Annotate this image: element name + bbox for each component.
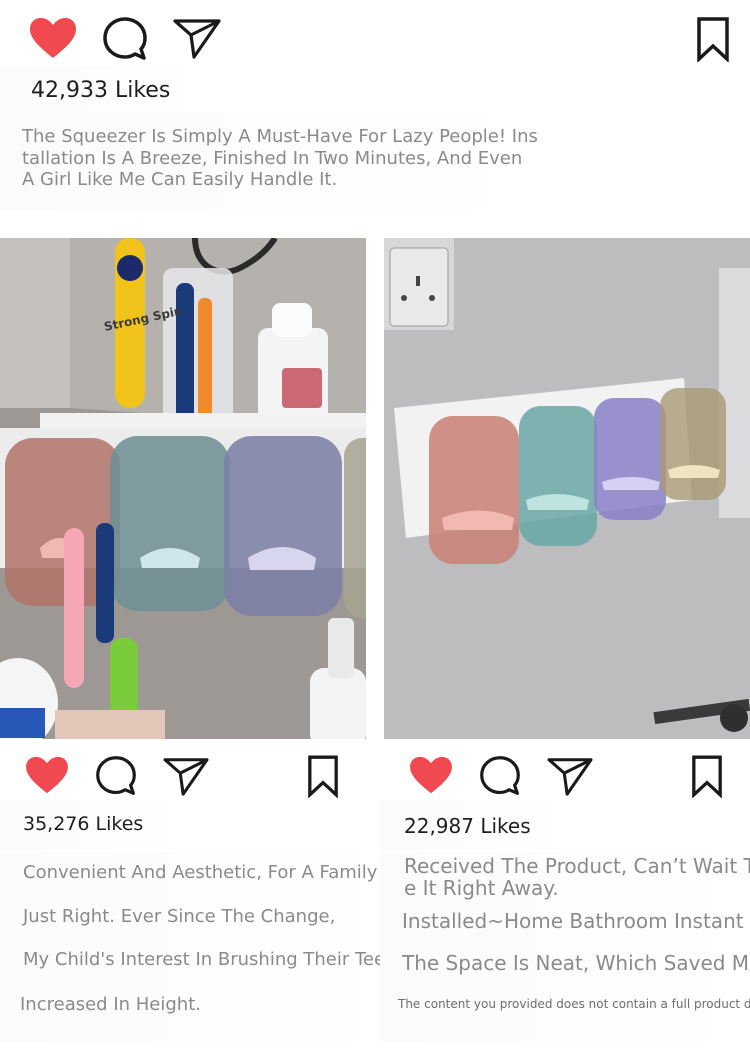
caption-line: The Space Is Neat, Which Saved Me [402,951,750,975]
send-icon[interactable] [172,16,222,60]
caption-line: Received The Product, Can’t Wait To [404,854,750,878]
likes-count: 42,933 Likes [31,78,171,103]
comment-icon[interactable] [94,755,138,797]
caption-line: My Child's Interest In Brushing Their Te… [23,949,404,970]
caption-line: Increased In Height. [20,994,201,1015]
caption-line: e It Right Away. [404,876,559,900]
post-caption: Received The Product, Can’t Wait To e It… [380,852,750,1042]
heart-icon[interactable] [408,755,454,795]
bookmark-icon[interactable] [691,754,723,798]
caption-line: A Girl Like Me Can Easily Handle It. [22,169,338,190]
heart-icon[interactable] [24,755,70,795]
caption-line: Just Right. Ever Since The Change, [23,906,336,927]
caption-note: The content you provided does not contai… [398,997,750,1011]
likes-count: 35,276 Likes [23,813,144,835]
likes-count: 22,987 Likes [404,814,531,838]
send-icon[interactable] [546,755,594,797]
comment-icon[interactable] [478,755,522,797]
post-photo[interactable] [384,238,750,739]
bookmark-icon[interactable] [307,754,339,798]
post-photo[interactable]: Strong Spin [0,238,366,739]
comment-icon[interactable] [102,16,148,62]
heart-icon[interactable] [28,16,78,60]
send-icon[interactable] [162,755,210,797]
caption-line: Installed~Home Bathroom Instant [402,909,744,933]
caption-line: The Squeezer Is Simply A Must-Have For L… [22,126,538,147]
caption-line: tallation Is A Breeze, Finished In Two M… [22,148,523,169]
bookmark-icon[interactable] [696,16,730,62]
